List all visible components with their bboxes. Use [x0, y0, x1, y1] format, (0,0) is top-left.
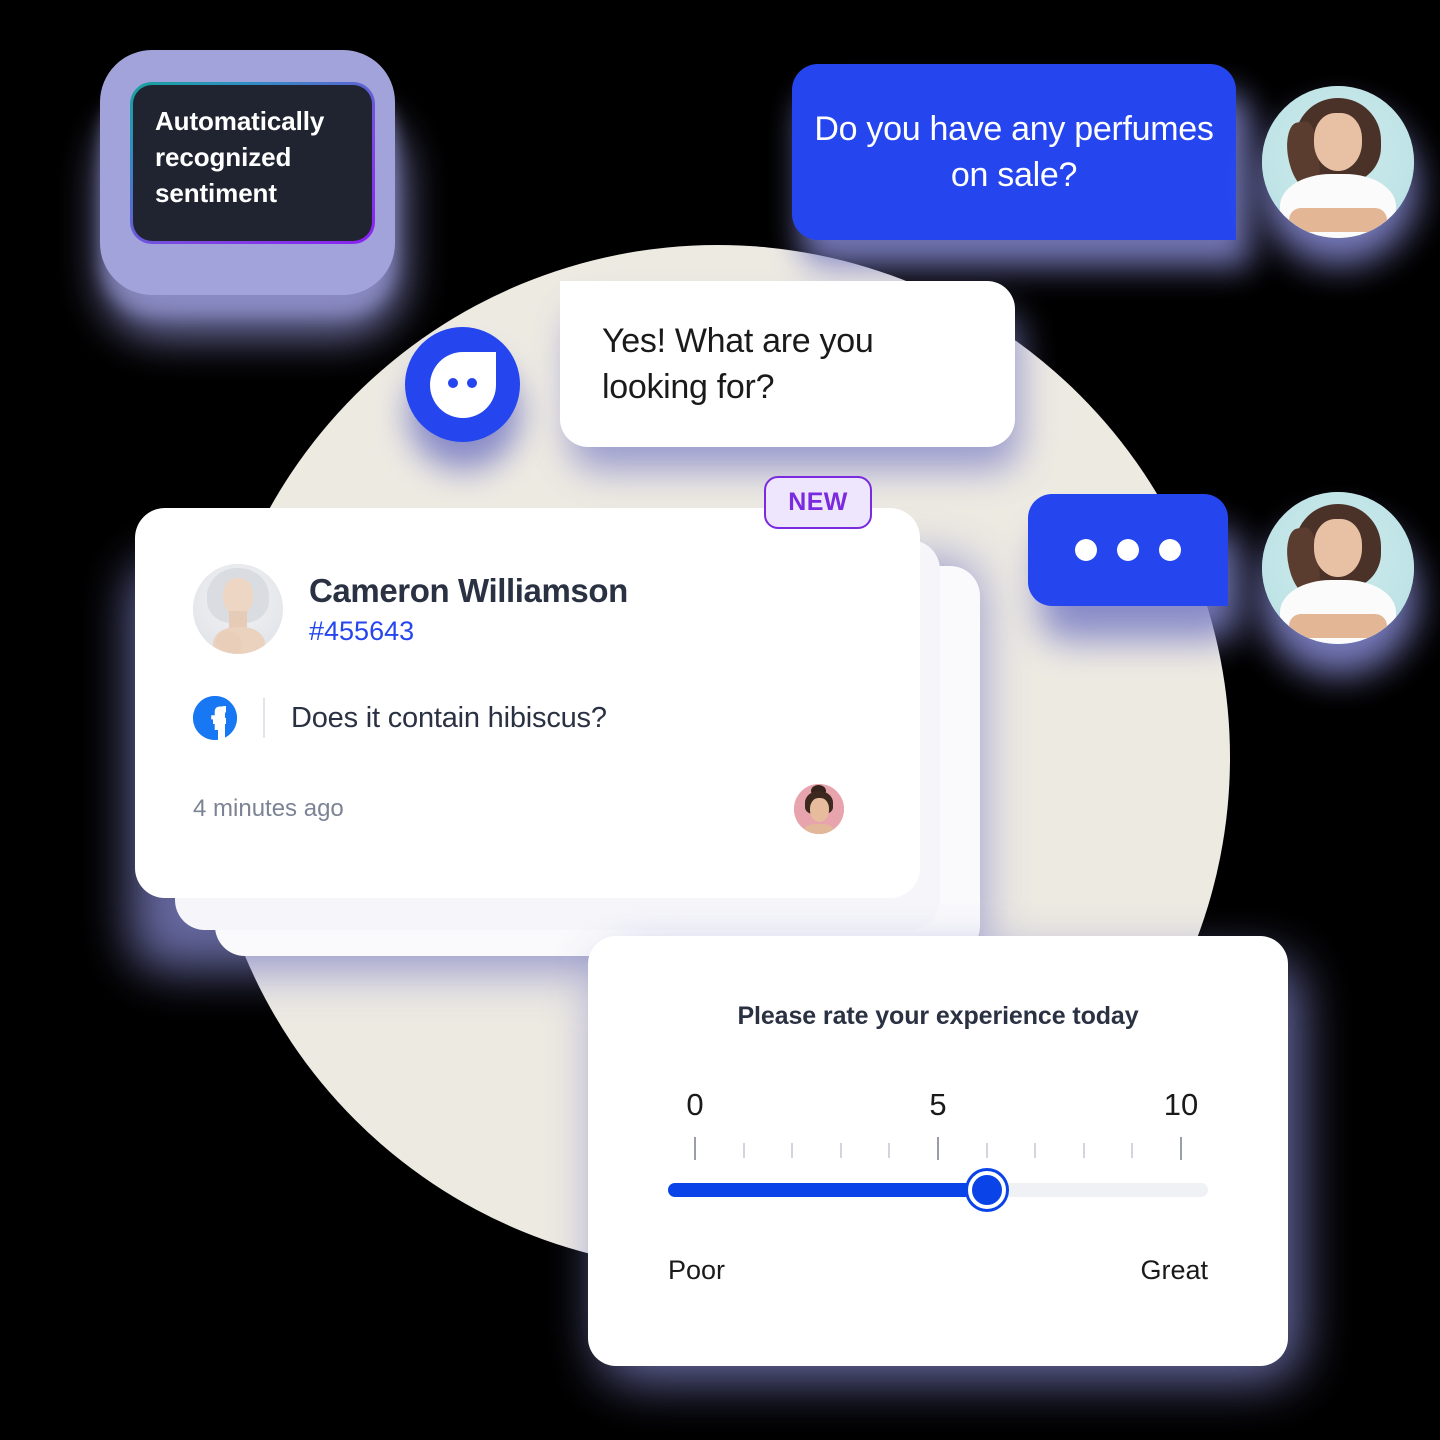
tick-3 [839, 1143, 842, 1158]
sentiment-callout: Automatically recognized sentiment [95, 45, 410, 335]
scale-label-min: 0 [686, 1087, 704, 1122]
tick-0 [694, 1137, 696, 1160]
tick-2 [791, 1143, 794, 1158]
agent-avatar-photo [794, 784, 844, 834]
typing-dot-2 [1117, 539, 1139, 561]
illustration-canvas: Automatically recognized sentiment Do yo… [0, 0, 1440, 1440]
message-card-header: Cameron Williamson #455643 [193, 564, 868, 654]
contact-name: Cameron Williamson [309, 571, 628, 609]
message-timestamp: 4 minutes ago [193, 795, 344, 822]
tick-5 [937, 1137, 939, 1160]
customer-avatar-photo-2 [1262, 492, 1414, 644]
contact-avatar [193, 564, 283, 654]
avatar-face [1313, 113, 1363, 172]
survey-low-label: Poor [668, 1255, 726, 1285]
sentiment-box: Automatically recognized sentiment [133, 85, 372, 241]
message-card[interactable]: Cameron Williamson #455643 Does it conta… [135, 508, 920, 898]
survey-end-labels: Poor Great [668, 1255, 1208, 1286]
bot-message-bubble: Yes! What are you looking for? [560, 281, 1015, 447]
typing-dot-3 [1159, 539, 1181, 561]
message-card-footer: 4 minutes ago [193, 784, 868, 834]
slider-handle[interactable] [967, 1171, 1006, 1209]
bot-face-shape [429, 351, 496, 418]
tick-9 [1131, 1143, 1134, 1158]
sentiment-label: Automatically recognized sentiment [155, 106, 325, 208]
avatar-body [804, 824, 834, 834]
typing-indicator-bubble [1028, 494, 1228, 606]
tick-8 [1082, 1143, 1085, 1158]
survey-scale-numbers: 0 5 10 [668, 1089, 1208, 1131]
sentiment-callout-frame: Automatically recognized sentiment [100, 50, 395, 295]
message-row: Does it contain hibiscus? [193, 696, 868, 740]
bot-message-text: Yes! What are you looking for? [602, 321, 874, 406]
slider-fill [668, 1183, 987, 1197]
scale-label-mid: 5 [929, 1087, 947, 1122]
bot-eye-right [467, 377, 477, 388]
tick-6 [985, 1143, 988, 1158]
avatar-face [809, 798, 829, 822]
message-divider [263, 698, 265, 738]
user-message-bubble: Do you have any perfumes on sale? [792, 64, 1236, 240]
chat-bot-icon [405, 327, 520, 442]
rating-slider[interactable] [668, 1171, 1208, 1209]
status-badge-new: NEW [764, 476, 872, 529]
contact-avatar-photo [193, 564, 283, 654]
survey-title: Please rate your experience today [737, 1002, 1139, 1030]
survey-high-label: Great [1140, 1255, 1208, 1285]
avatar-arms [1289, 613, 1387, 638]
bot-eye-left [448, 377, 458, 388]
agent-avatar [794, 784, 844, 834]
tick-1 [742, 1143, 745, 1158]
tick-4 [888, 1143, 891, 1158]
survey-ticks [668, 1137, 1208, 1161]
facebook-icon [193, 696, 237, 740]
ticket-id[interactable]: #455643 [309, 615, 628, 647]
contact-info: Cameron Williamson #455643 [309, 571, 628, 648]
sentiment-gradient-border: Automatically recognized sentiment [130, 82, 375, 244]
survey-card: Please rate your experience today 0 5 10 [588, 936, 1288, 1366]
typing-dot-1 [1075, 539, 1097, 561]
user-message-text: Do you have any perfumes on sale? [814, 109, 1214, 194]
new-badge-label: NEW [788, 488, 848, 516]
scale-label-max: 10 [1163, 1087, 1199, 1122]
tick-7 [1034, 1143, 1037, 1158]
customer-avatar-top [1262, 86, 1414, 238]
message-text: Does it contain hibiscus? [291, 701, 607, 734]
avatar-arms [1289, 207, 1387, 232]
customer-avatar-bottom [1262, 492, 1414, 644]
tick-10 [1180, 1137, 1182, 1160]
avatar-face [1313, 519, 1363, 578]
customer-avatar-photo [1262, 86, 1414, 238]
